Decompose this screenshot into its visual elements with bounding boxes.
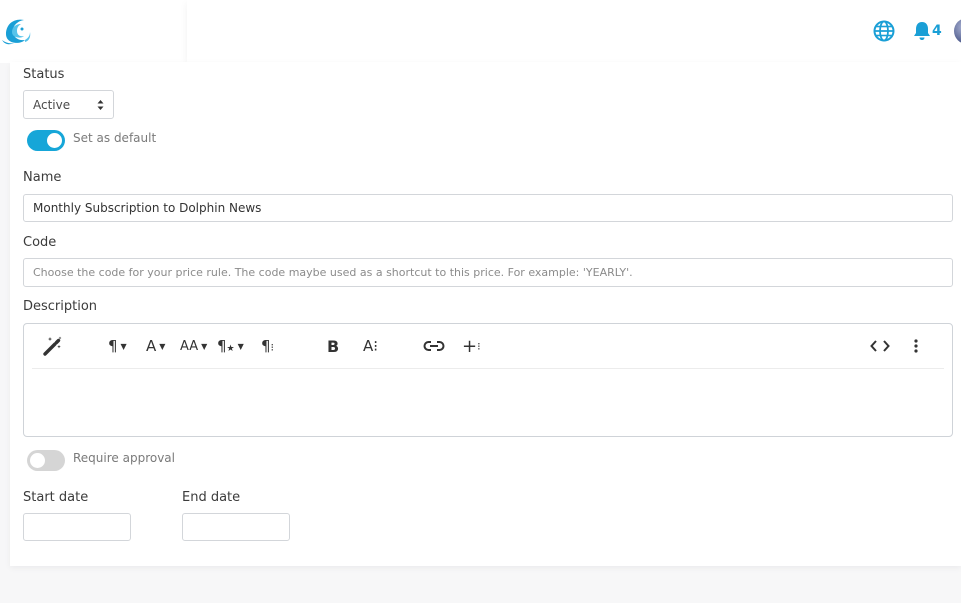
insert-more-button[interactable]: + ⁝ [462, 334, 481, 358]
caret-down-icon: ▼ [120, 341, 127, 351]
plus-icon: + [462, 335, 478, 357]
paragraph-style-icon: ¶★ [217, 337, 235, 355]
description-label: Description [23, 299, 98, 314]
select-arrows-icon [97, 100, 104, 110]
paragraph-icon: ¶ [108, 337, 118, 355]
code-view-icon [870, 340, 890, 352]
description-rich-text-editor: ¶ ▼ A ▼ AA ▼ ¶★ ▼ ¶⁝ B A⁝ + ⁝ [23, 323, 953, 437]
end-date-input[interactable] [182, 513, 290, 541]
font-family-button[interactable]: A ▼ [146, 334, 165, 358]
more-dots-icon: ⁝ [477, 339, 481, 353]
text-more-glyph: A⁝ [363, 337, 379, 355]
notification-count-badge: 4 [932, 23, 942, 39]
end-date-label: End date [182, 490, 241, 505]
link-icon [423, 341, 445, 351]
font-size-button[interactable]: AA ▼ [180, 334, 207, 358]
magic-wand-button[interactable] [42, 334, 64, 358]
status-selected-value: Active [33, 97, 71, 112]
code-input[interactable]: Choose the code for your price rule. The… [23, 258, 953, 287]
caret-down-icon: ▼ [159, 341, 166, 351]
bold-button[interactable]: B [327, 334, 339, 358]
set-as-default-toggle[interactable] [27, 130, 65, 151]
name-label: Name [23, 170, 62, 185]
name-input[interactable]: Monthly Subscription to Dolphin News [23, 194, 953, 222]
bold-glyph: B [327, 336, 340, 356]
status-label: Status [23, 67, 65, 82]
caret-down-icon: ▼ [201, 341, 208, 351]
paragraph-style-button[interactable]: ¶★ ▼ [217, 334, 244, 358]
status-select[interactable]: Active [23, 90, 114, 119]
magic-wand-icon [43, 336, 62, 356]
paragraph-more-icon: ¶⁝ [261, 337, 275, 355]
require-approval-toggle[interactable] [27, 450, 65, 471]
price-rule-form-card: Status Active Set as default Name Monthl… [10, 62, 961, 566]
more-options-button[interactable] [913, 334, 919, 358]
editor-content-area[interactable] [24, 369, 952, 436]
dolphin-logo-icon[interactable] [0, 14, 32, 48]
name-input-value: Monthly Subscription to Dolphin News [33, 201, 262, 215]
toggle-knob [30, 453, 45, 468]
toggle-knob [47, 133, 62, 148]
top-navbar: 4 [187, 0, 961, 62]
caret-down-icon: ▼ [237, 341, 244, 351]
notifications-button[interactable]: 4 [913, 19, 942, 43]
paragraph-more-button[interactable]: ¶⁝ [261, 334, 274, 358]
logo-area [0, 0, 187, 63]
font-size-glyph: AA [180, 338, 199, 354]
text-more-button[interactable]: A⁝ [363, 334, 378, 358]
require-approval-label: Require approval [73, 451, 175, 465]
set-as-default-label: Set as default [73, 131, 157, 145]
code-label: Code [23, 235, 57, 250]
start-date-input[interactable] [23, 513, 131, 541]
bell-icon [914, 22, 930, 40]
vertical-dots-icon [914, 339, 918, 353]
paragraph-format-button[interactable]: ¶ ▼ [108, 334, 127, 358]
insert-link-button[interactable] [423, 334, 445, 358]
start-date-label: Start date [23, 490, 89, 505]
user-avatar[interactable] [954, 18, 961, 44]
code-input-placeholder: Choose the code for your price rule. The… [33, 266, 633, 279]
code-view-button[interactable] [870, 334, 890, 358]
font-family-glyph: A [146, 337, 157, 355]
globe-icon[interactable] [873, 20, 895, 42]
